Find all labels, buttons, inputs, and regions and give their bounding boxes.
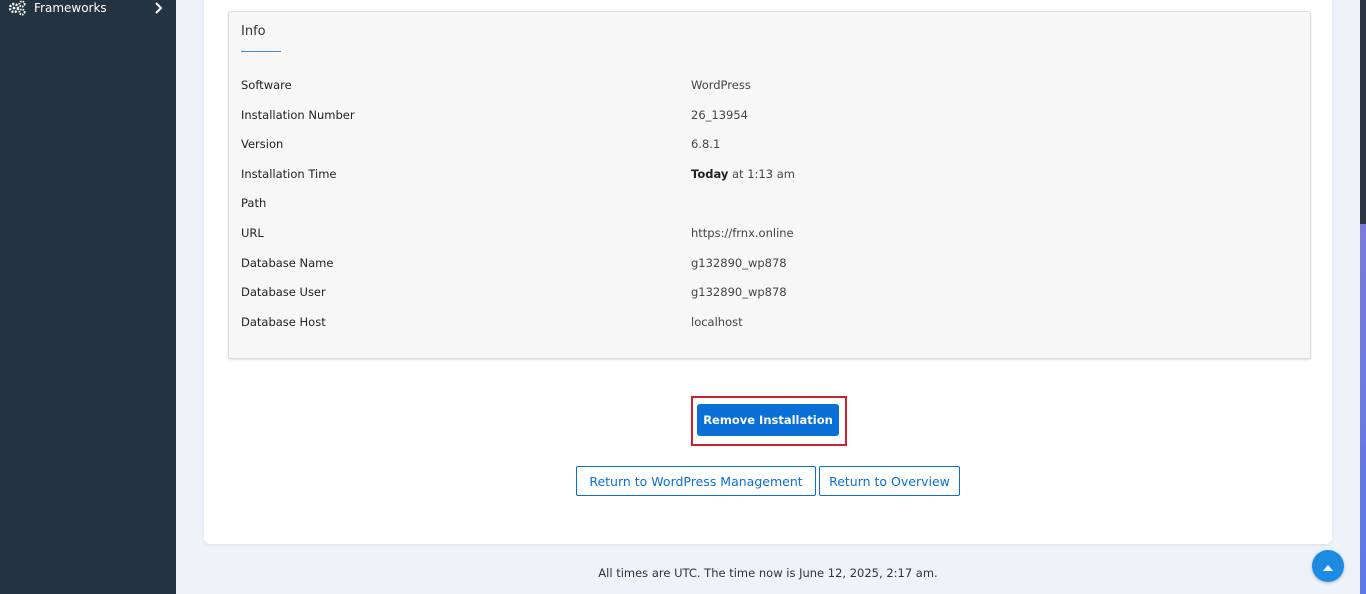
scrollbar-thumb[interactable]: [1360, 0, 1366, 224]
row-value-installation-time: Today at 1:13 am: [691, 166, 795, 182]
row-value-database-name: g132890_wp878: [691, 256, 787, 270]
row-label-installation-number: Installation Number: [241, 108, 355, 122]
installation-time-clock: at 1:13 am: [728, 167, 795, 181]
footer-time-note: All times are UTC. The time now is June …: [598, 566, 938, 580]
info-card: [228, 11, 1311, 359]
sidebar-item-frameworks[interactable]: Frameworks: [0, 0, 176, 18]
chevron-right-icon: [154, 0, 164, 16]
return-to-wordpress-management-button[interactable]: Return to WordPress Management: [576, 466, 816, 496]
row-label-path: Path: [241, 196, 267, 210]
row-label-database-host: Database Host: [241, 315, 326, 329]
row-label-installation-time: Installation Time: [241, 167, 337, 181]
row-label-software: Software: [241, 78, 292, 92]
caret-up-icon: [1322, 557, 1334, 576]
row-label-database-name: Database Name: [241, 256, 334, 270]
row-value-version: 6.8.1: [691, 137, 721, 151]
return-to-overview-button[interactable]: Return to Overview: [819, 466, 960, 496]
scroll-to-top-button[interactable]: [1312, 550, 1344, 582]
row-label-version: Version: [241, 137, 284, 151]
row-value-software: WordPress: [691, 78, 751, 92]
row-value-url: https://frnx.online: [691, 226, 794, 240]
info-title: Info: [241, 24, 266, 39]
installation-time-day: Today: [691, 167, 729, 181]
row-label-url: URL: [241, 226, 264, 240]
row-value-database-host: localhost: [691, 315, 743, 329]
sidebar-item-label: Frameworks: [34, 1, 107, 15]
row-value-database-user: g132890_wp878: [691, 285, 787, 299]
row-label-database-user: Database User: [241, 285, 326, 299]
gears-icon: [8, 0, 28, 16]
scrollbar-lower: [1360, 224, 1366, 594]
info-title-underline: [241, 51, 281, 52]
sidebar: Frameworks: [0, 0, 176, 594]
row-value-installation-number: 26_13954: [691, 108, 748, 122]
remove-installation-button[interactable]: Remove Installation: [697, 404, 839, 436]
